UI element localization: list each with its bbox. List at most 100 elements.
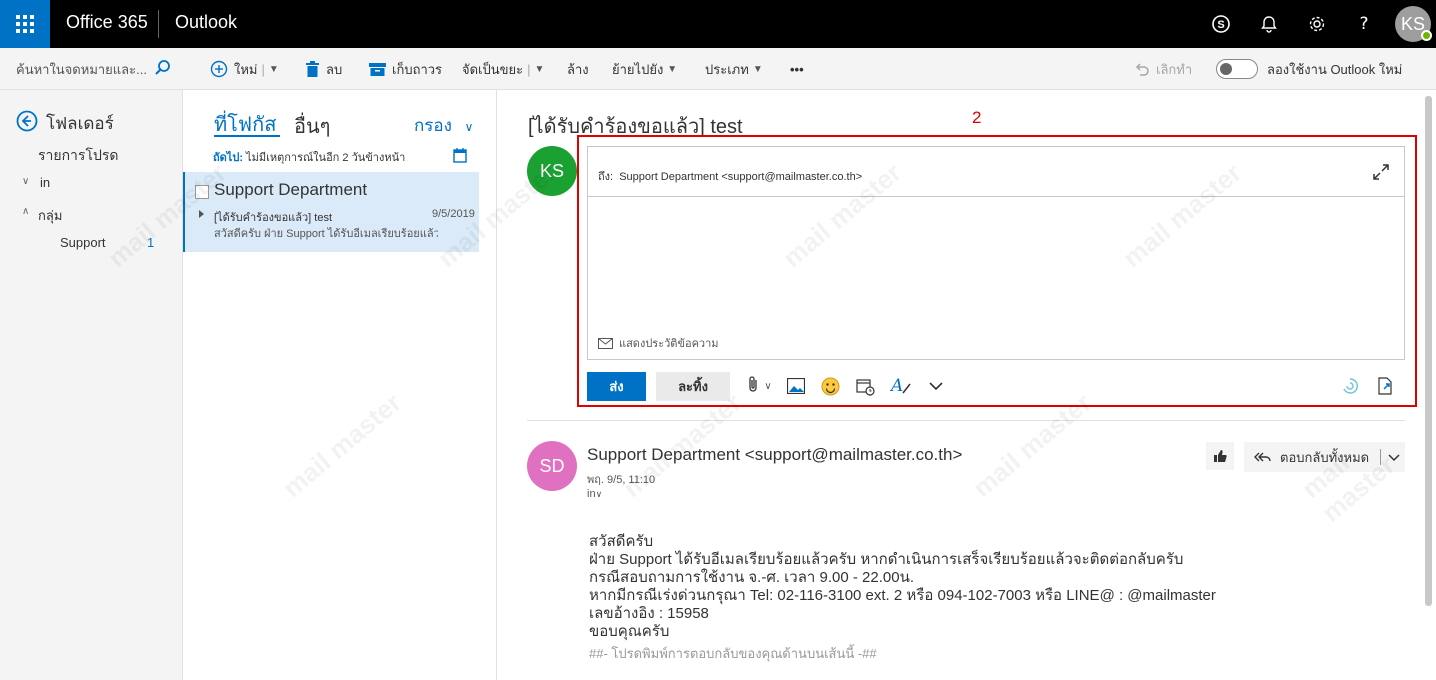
avatar: KS	[527, 146, 577, 196]
archive-icon	[369, 62, 386, 77]
attach-button[interactable]: ∨	[742, 375, 776, 397]
favorites-item[interactable]: รายการโปรด	[38, 145, 118, 167]
reply-all-label: ตอบกลับทั้งหมด	[1280, 449, 1370, 465]
calendar-schedule-icon[interactable]	[854, 375, 876, 397]
categorize-label: ประเภท	[705, 61, 749, 77]
command-bar: ค้นหาในจดหมายและ... ใหม่ | ▼ ลบ เก็บถาวร…	[0, 48, 1436, 90]
expand-caret-icon[interactable]	[199, 210, 204, 218]
message-list-item[interactable]: Support Department [ได้รับคำร้องขอแล้ว] …	[183, 172, 479, 252]
paperclip-icon	[746, 375, 760, 397]
message-preview: สวัสดีครับ ฝ่าย Support ได้รับอีเมลเรียบ…	[214, 228, 438, 240]
annotation-number: 2	[972, 108, 982, 127]
chevron-down-icon[interactable]: ▼	[535, 64, 545, 75]
more-options-chevron-icon[interactable]	[925, 375, 947, 397]
like-button[interactable]	[1206, 442, 1234, 470]
chevron-down-icon[interactable]: ▼	[269, 64, 279, 75]
new-button[interactable]: ใหม่ | ▼	[210, 48, 279, 90]
gear-icon[interactable]	[1305, 12, 1329, 36]
svg-text:S: S	[1217, 19, 1224, 31]
folders-header[interactable]: โฟลเดอร์	[16, 110, 114, 137]
thumbs-up-icon	[1214, 450, 1227, 462]
search-input[interactable]: ค้นหาในจดหมายและ...	[16, 59, 148, 80]
next-text: ไม่มีเหตุการณ์ในอีก 2 วันข้างหน้า	[246, 152, 406, 164]
waffle-icon	[16, 15, 34, 33]
discard-button[interactable]: ละทิ้ง	[656, 372, 730, 401]
undo-button[interactable]: เลิกทำ	[1134, 48, 1192, 90]
loading-spinner-icon	[1339, 375, 1361, 397]
skype-icon[interactable]: S	[1209, 12, 1233, 36]
brand-title[interactable]: Office 365	[66, 12, 148, 33]
help-icon[interactable]: ?	[1352, 12, 1376, 36]
calendar-icon[interactable]	[453, 148, 467, 167]
folder-tag[interactable]: in∨	[587, 488, 602, 500]
chevron-down-icon: ∨	[764, 380, 772, 392]
app-title[interactable]: Outlook	[175, 12, 237, 33]
active-tab-indicator	[214, 135, 280, 137]
archive-button[interactable]: เก็บถาวร	[369, 48, 442, 90]
chevron-down-icon: ▼	[667, 63, 678, 75]
chevron-down-icon: ▼	[752, 63, 763, 75]
message-list: ที่โฟกัส อื่นๆ กรอง ∨ ถัดไป: ไม่มีเหตุกา…	[183, 90, 497, 680]
top-bar: Office 365 Outlook S ? KS	[0, 0, 1436, 48]
folder-tag-label: in	[587, 488, 596, 500]
to-recipient[interactable]: ถึง: Support Department <support@mailmas…	[598, 167, 862, 185]
categorize-button[interactable]: ประเภท ▼	[705, 48, 763, 90]
bell-icon[interactable]	[1257, 12, 1281, 36]
reading-pane: [ได้รับคำร้องขอแล้ว] test 2 KS ถึง: Supp…	[497, 90, 1436, 680]
group-support[interactable]: Support	[60, 235, 106, 250]
sweep-button[interactable]: ล้าง	[567, 48, 589, 90]
chevron-down-icon[interactable]	[1388, 450, 1400, 465]
filter-dropdown[interactable]: กรอง ∨	[414, 112, 473, 139]
more-button[interactable]: •••	[790, 48, 804, 90]
next-label: ถัดไป:	[213, 152, 243, 164]
junk-button[interactable]: จัดเป็นขยะ | ▼	[462, 48, 544, 90]
search-icon[interactable]	[154, 59, 172, 81]
brand-divider	[158, 10, 159, 38]
chevron-up-icon[interactable]: ∧	[22, 206, 29, 217]
reply-compose-box[interactable]: ถึง: Support Department <support@mailmas…	[587, 146, 1405, 360]
select-checkbox[interactable]	[195, 185, 209, 199]
groups-folder[interactable]: กลุ่ม	[38, 205, 62, 226]
envelope-icon	[598, 337, 613, 349]
expand-icon[interactable]	[1372, 163, 1390, 185]
reading-pane-scrollbar[interactable]	[1425, 96, 1432, 606]
reply-all-button[interactable]: ตอบกลับทั้งหมด	[1244, 442, 1405, 472]
filter-label: กรอง	[414, 116, 452, 135]
message-from[interactable]: Support Department <support@mailmaster.c…	[587, 445, 962, 465]
message-date: 9/5/2019	[432, 208, 475, 220]
split-divider	[1380, 449, 1381, 465]
delete-label: ลบ	[326, 61, 343, 77]
trash-icon	[305, 60, 320, 78]
back-arrow-icon[interactable]	[16, 110, 38, 137]
undo-icon	[1134, 61, 1150, 77]
move-to-button[interactable]: ย้ายไปยัง ▼	[612, 48, 677, 90]
move-to-label: ย้ายไปยัง	[612, 61, 664, 77]
folder-pane: โฟลเดอร์ รายการโปรด ∨ in ∧ กลุ่ม Support…	[0, 90, 183, 680]
chevron-down-icon[interactable]: ∨	[22, 176, 29, 187]
chevron-down-icon: ∨	[595, 489, 603, 499]
reply-separator-note: ##- โปรดพิมพ์การตอบกลับของคุณด้านบนเส้นน…	[589, 646, 877, 661]
sweep-label: ล้าง	[567, 61, 589, 77]
message-sent-date: พฤ. 9/5, 11:10	[587, 474, 656, 486]
junk-label: จัดเป็นขยะ	[462, 61, 524, 77]
insert-picture-icon[interactable]	[785, 375, 807, 397]
to-label: ถึง:	[598, 171, 614, 183]
show-message-history-link[interactable]: แสดงประวัติข้อความ	[598, 334, 719, 352]
delete-button[interactable]: ลบ	[305, 48, 342, 90]
chevron-down-icon: ∨	[464, 120, 474, 134]
to-value: Support Department <support@mailmaster.c…	[619, 171, 863, 183]
inbox-folder[interactable]: in	[40, 175, 50, 190]
app-launcher-button[interactable]	[0, 0, 50, 48]
reply-all-icon	[1254, 449, 1272, 465]
format-text-icon[interactable]: A	[889, 375, 913, 397]
tab-other[interactable]: อื่นๆ	[294, 110, 330, 142]
emoji-icon[interactable]	[819, 375, 841, 397]
to-line[interactable]: ถึง: Support Department <support@mailmas…	[588, 147, 1404, 197]
try-new-outlook-label[interactable]: ลองใช้งาน Outlook ใหม่	[1267, 48, 1402, 90]
popout-draft-icon[interactable]	[1374, 375, 1396, 397]
plus-circle-icon	[210, 60, 228, 78]
undo-label: เลิกทำ	[1156, 61, 1193, 77]
send-button[interactable]: ส่ง	[587, 372, 646, 401]
new-outlook-toggle[interactable]	[1216, 59, 1258, 79]
message-sender: Support Department	[214, 180, 368, 199]
